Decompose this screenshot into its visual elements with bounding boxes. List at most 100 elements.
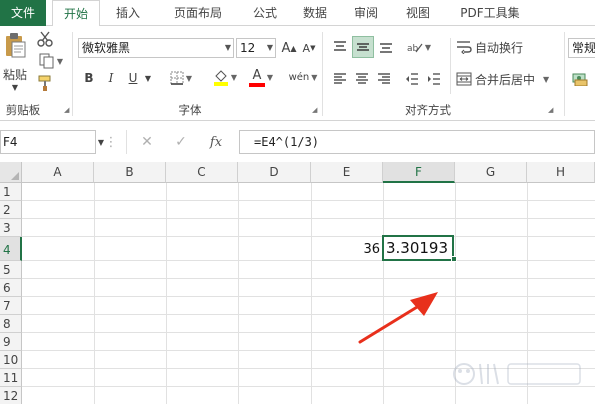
borders-button[interactable]: ▼ — [166, 68, 196, 88]
name-box[interactable]: F4 — [0, 130, 96, 154]
copy-icon — [39, 53, 54, 69]
row-header[interactable]: 7 — [0, 297, 22, 315]
align-right-icon[interactable] — [374, 68, 394, 90]
column-header[interactable]: E — [311, 162, 383, 183]
align-top-icon[interactable] — [330, 36, 350, 58]
tab-insert[interactable]: 插入 — [104, 0, 152, 26]
fill-handle[interactable] — [451, 256, 457, 262]
row-header[interactable]: 3 — [0, 219, 22, 237]
row-header[interactable]: 11 — [0, 369, 22, 387]
orientation-button[interactable]: ab ▼ — [404, 36, 434, 58]
font-name-value: 微软雅黑 — [82, 41, 131, 55]
font-color-button[interactable]: A ▼ — [246, 66, 276, 88]
row-header-selected[interactable]: 4 — [0, 237, 22, 261]
align-bottom-icon[interactable] — [376, 36, 396, 58]
cell-e4[interactable]: 36 — [312, 237, 383, 261]
font-color-icon: A — [252, 67, 262, 83]
annotation-arrow — [358, 292, 438, 344]
tab-file[interactable]: 文件 — [0, 0, 46, 26]
underline-dropdown-icon[interactable]: ▼ — [142, 68, 154, 88]
paste-button[interactable] — [2, 30, 28, 62]
tab-review[interactable]: 审阅 — [342, 0, 390, 26]
merge-center-button[interactable]: 合并后居中 ▼ — [456, 68, 560, 90]
group-divider — [322, 32, 323, 116]
align-middle-icon[interactable] — [352, 36, 374, 58]
grow-font-button[interactable]: A ▲ — [280, 38, 298, 58]
tab-pdf-tools[interactable]: PDF工具集 — [448, 0, 532, 26]
column-header[interactable]: B — [94, 162, 166, 183]
row-header[interactable]: 2 — [0, 201, 22, 219]
select-all-corner[interactable] — [0, 162, 22, 183]
shrink-font-icon: A — [302, 41, 311, 55]
svg-text:ab: ab — [407, 44, 419, 54]
align-center-icon[interactable] — [352, 68, 372, 90]
fill-bucket-icon — [213, 70, 228, 86]
font-group-label: 字体 — [178, 103, 202, 117]
formula-bar: F4 ▼ ⋮ ✕ ✓ fx =E4^(1/3) — [0, 128, 595, 156]
chevron-down-icon: ▼ — [266, 43, 273, 52]
increase-indent-icon[interactable] — [424, 68, 444, 90]
group-divider — [450, 38, 451, 94]
paste-label[interactable]: 粘贴 — [0, 66, 30, 82]
ribbon-tab-bar: 文件 开始 插入 页面布局 公式 数据 审阅 视图 PDF工具集 — [0, 0, 595, 27]
formula-input[interactable]: =E4^(1/3) — [239, 130, 595, 154]
italic-button[interactable]: I — [102, 68, 120, 88]
font-size-value: 12 — [240, 41, 256, 55]
row-header[interactable]: 8 — [0, 315, 22, 333]
row-header[interactable]: 12 — [0, 387, 22, 404]
clipboard-launcher-icon[interactable]: ◢ — [64, 106, 72, 114]
number-format-value: 常规 — [572, 41, 595, 55]
number-format-combo[interactable]: 常规 — [568, 38, 595, 58]
cut-icon[interactable] — [36, 30, 54, 48]
column-header[interactable]: D — [238, 162, 311, 183]
decrease-indent-icon[interactable] — [402, 68, 422, 90]
align-left-icon[interactable] — [330, 68, 350, 90]
row-header[interactable]: 1 — [0, 183, 22, 201]
wrap-text-icon — [457, 41, 472, 54]
alignment-launcher-icon[interactable]: ◢ — [548, 106, 556, 114]
font-size-combo[interactable]: 12 ▼ — [236, 38, 276, 58]
font-name-combo[interactable]: 微软雅黑 ▼ — [78, 38, 234, 58]
alignment-group-label: 对齐方式 — [405, 103, 451, 117]
enter-icon[interactable]: ✓ — [171, 132, 191, 152]
currency-format-icon[interactable] — [568, 68, 592, 90]
borders-icon — [170, 71, 184, 85]
paste-dropdown-icon[interactable]: ▼ — [2, 82, 28, 92]
row-header[interactable]: 6 — [0, 279, 22, 297]
column-header[interactable]: G — [455, 162, 527, 183]
tab-page-layout[interactable]: 页面布局 — [156, 0, 240, 26]
clipboard-group-label: 剪贴板 — [5, 103, 41, 117]
cell-f4-selected[interactable]: 3.30193 — [382, 235, 454, 261]
column-header[interactable]: C — [166, 162, 238, 183]
chevron-down-icon: ▼ — [224, 43, 231, 52]
row-header[interactable]: 10 — [0, 351, 22, 369]
formula-controls: ✕ ✓ fx — [126, 130, 238, 154]
format-painter-icon[interactable] — [36, 74, 54, 92]
grow-font-icon: A — [281, 40, 291, 56]
underline-button[interactable]: U — [124, 68, 142, 88]
copy-button[interactable]: ▼ — [36, 52, 66, 70]
phonetic-button[interactable]: wén ▼ — [286, 66, 320, 88]
more-options-icon: ⋮ — [104, 134, 118, 150]
row-header[interactable]: 5 — [0, 261, 22, 279]
tab-home[interactable]: 开始 — [52, 0, 100, 27]
column-header[interactable]: A — [22, 162, 94, 183]
fill-color-button[interactable]: ▼ — [210, 66, 240, 88]
tab-view[interactable]: 视图 — [394, 0, 442, 26]
column-header-selected[interactable]: F — [383, 162, 455, 183]
tab-formulas[interactable]: 公式 — [240, 0, 290, 26]
paste-icon — [6, 33, 26, 58]
wrap-text-button[interactable]: 自动换行 — [456, 36, 532, 58]
watermark-logo — [453, 363, 581, 385]
bold-button[interactable]: B — [80, 68, 98, 88]
column-header[interactable]: H — [527, 162, 595, 183]
group-divider — [72, 32, 73, 116]
orientation-icon: ab — [407, 43, 423, 54]
tab-data[interactable]: 数据 — [290, 0, 340, 26]
insert-function-icon[interactable]: fx — [205, 132, 227, 152]
cancel-icon[interactable]: ✕ — [137, 132, 157, 152]
row-header[interactable]: 9 — [0, 333, 22, 351]
fx-label: fx — [209, 134, 223, 150]
shrink-font-button[interactable]: A ▼ — [300, 38, 318, 58]
font-launcher-icon[interactable]: ◢ — [312, 106, 320, 114]
